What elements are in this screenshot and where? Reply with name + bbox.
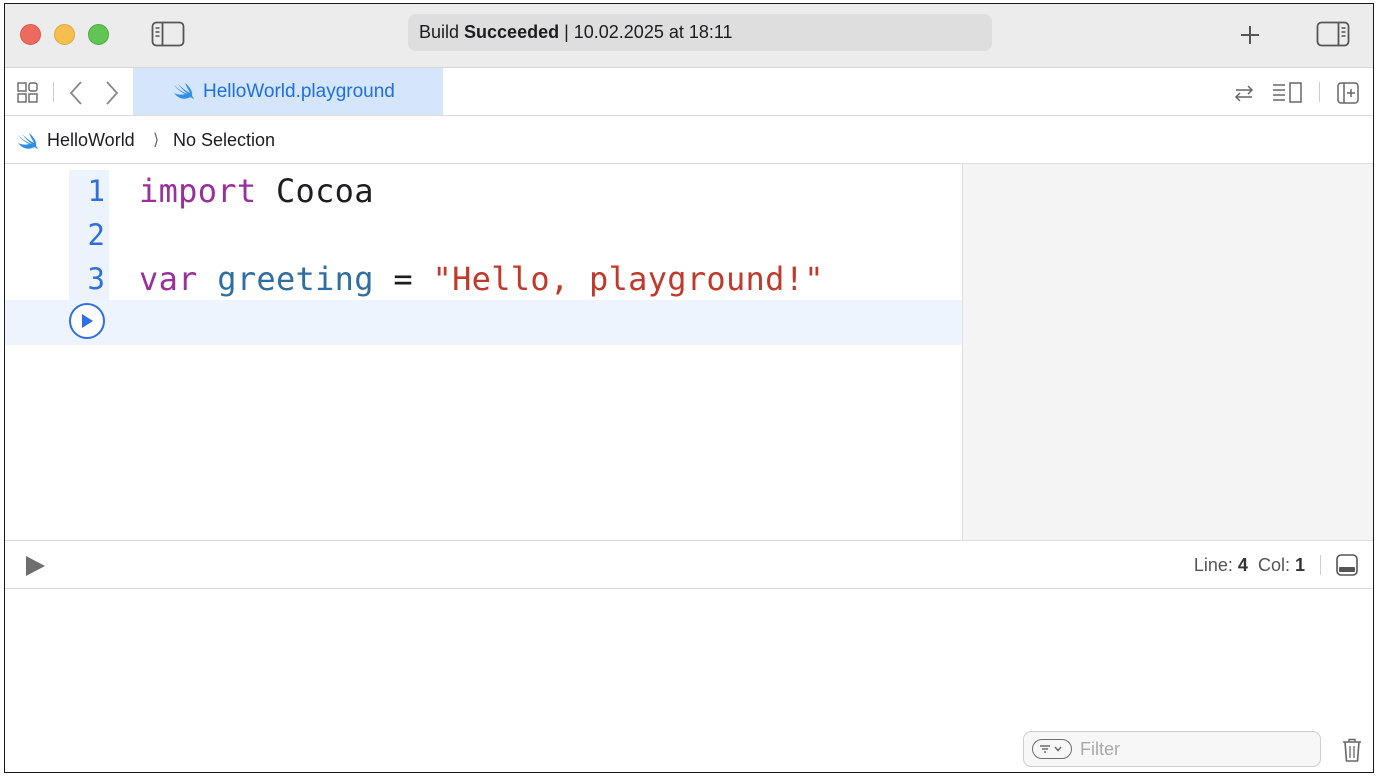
debug-bar: Line: 4 Col: 1 [5,540,1373,589]
build-status-result: Succeeded [464,22,560,42]
lines-editor-icon[interactable] [1271,80,1305,106]
close-window-button[interactable] [20,24,41,45]
swift-icon [174,83,194,99]
col-value: 1 [1294,555,1305,575]
filter-icon[interactable] [1032,739,1072,759]
maximize-window-button[interactable] [88,24,109,45]
keyword-token: var [139,260,198,298]
run-to-line-button[interactable] [69,303,105,339]
breadcrumb-selection[interactable]: No Selection [173,130,275,151]
breadcrumb: HelloWorld ⟩ No Selection [5,116,1373,164]
swift-icon [18,133,38,149]
play-icon [82,314,93,328]
toolbar-separator [1319,82,1320,102]
cursor-position: Line: 4 Col: 1 [1194,555,1305,576]
plain-token: Cocoa [256,172,374,210]
code-editor[interactable]: 1 import Cocoa 2 3 var greeting = "Hello… [5,164,962,540]
filter-input[interactable] [1078,737,1302,761]
console-area[interactable] [5,589,1373,772]
identifier-token: greeting [197,260,374,298]
line-number: 3 [87,262,105,296]
breadcrumb-project[interactable]: HelloWorld [47,130,135,151]
tab-bar: HelloWorld.playground [5,68,1373,116]
line-number: 1 [87,174,105,208]
add-editor-icon[interactable] [1335,80,1361,106]
sidebar-right-icon[interactable] [1315,20,1351,48]
code-line[interactable]: 3 var greeting = "Hello, playground!" [5,258,962,302]
string-token: "Hello, playground!" [432,260,824,298]
code-line[interactable]: 1 import Cocoa [5,170,962,214]
code-text: import Cocoa [139,172,374,210]
play-icon [26,556,45,576]
col-label: Col: [1257,555,1290,575]
toolbar-separator [1320,555,1321,575]
bottom-panel-icon[interactable] [1335,553,1359,582]
xcode-window: Build Succeeded | 10.02.2025 at 18:11 He… [4,3,1374,773]
line-value: 4 [1237,555,1248,575]
minimize-window-button[interactable] [54,24,75,45]
plus-icon[interactable] [1237,22,1263,48]
trash-icon[interactable] [1341,737,1363,768]
build-status-bar[interactable]: Build Succeeded | 10.02.2025 at 18:11 [408,14,992,51]
title-bar: Build Succeeded | 10.02.2025 at 18:11 [5,4,1373,68]
operator-token: = [373,260,433,298]
build-status-prefix: Build [419,22,460,42]
tab-label: HelloWorld.playground [203,80,395,102]
breadcrumb-chevron-icon: ⟩ [153,132,160,149]
console-filter[interactable] [1023,731,1321,767]
line-number: 2 [87,218,105,252]
toolbar-separator [53,82,54,102]
current-line-highlight [5,300,962,345]
grid-icon[interactable] [15,80,41,106]
run-playground-button[interactable] [23,554,47,583]
results-sidebar [962,164,1373,540]
chevron-left-icon[interactable] [65,80,87,106]
tab-helloworld-playground[interactable]: HelloWorld.playground [133,68,443,115]
code-line[interactable]: 2 [5,214,962,258]
sidebar-left-icon[interactable] [151,20,185,48]
arrows-swap-icon[interactable] [1231,80,1257,106]
build-status-time: | 10.02.2025 at 18:11 [564,22,733,42]
code-text: var greeting = "Hello, playground!" [139,260,824,298]
keyword-token: import [139,172,257,210]
line-label: Line: [1193,555,1233,575]
chevron-right-icon[interactable] [101,80,123,106]
